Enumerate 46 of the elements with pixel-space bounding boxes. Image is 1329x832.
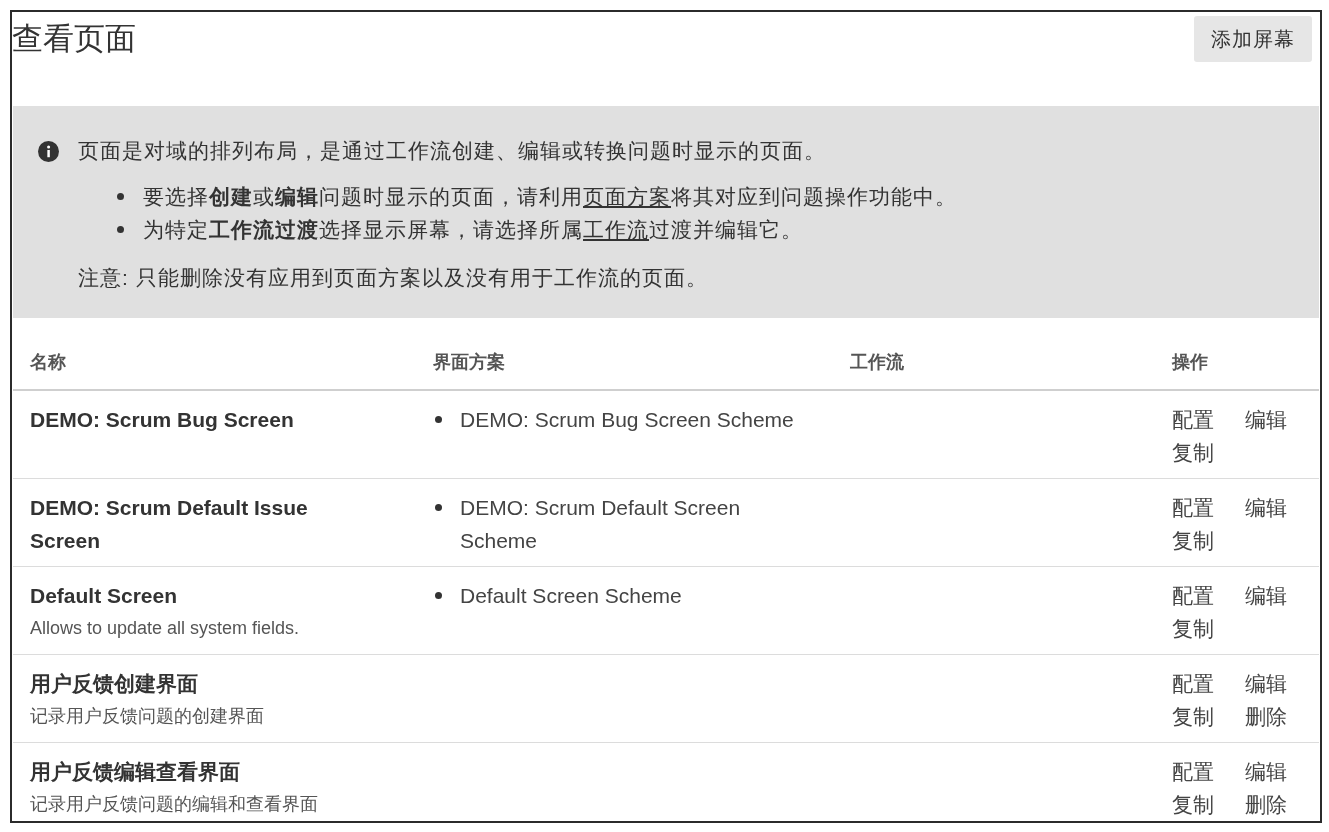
add-screen-button[interactable]: 添加屏幕 [1194, 16, 1312, 62]
info-bullet-text: 要选择创建或编辑问题时显示的页面，请利用页面方案将其对应到问题操作功能中。 [143, 184, 957, 210]
info-bullet-text: 为特定工作流过渡选择显示屏幕，请选择所属工作流过渡并编辑它。 [143, 217, 803, 243]
screen-name: DEMO: Scrum Bug Screen [30, 407, 295, 433]
scheme-name: Default Screen Scheme [460, 583, 683, 609]
action-link[interactable]: 复制 [1172, 700, 1214, 733]
action-link[interactable]: 编辑 [1245, 755, 1287, 788]
action-link[interactable]: 编辑 [1245, 579, 1287, 612]
action-link[interactable]: 复制 [1172, 788, 1214, 821]
action-link[interactable]: 复制 [1172, 524, 1214, 557]
screen-name: DEMO: Scrum Default Issue Screen [30, 495, 309, 554]
bullet-icon [117, 193, 124, 200]
action-link[interactable]: 配置 [1172, 491, 1214, 524]
action-link[interactable]: 编辑 [1245, 667, 1287, 700]
column-header: 工作流 [850, 351, 905, 374]
bullet-icon [117, 226, 124, 233]
action-link[interactable]: 配置 [1172, 403, 1214, 436]
action-link[interactable]: 配置 [1172, 579, 1214, 612]
info-text: 页面是对域的排列布局，是通过工作流创建、编辑或转换问题时显示的页面。 [78, 138, 826, 164]
screen-description: 记录用户反馈问题的创建界面 [30, 705, 265, 728]
column-header: 界面方案 [433, 351, 506, 374]
action-link[interactable]: 编辑 [1245, 491, 1287, 524]
screen-name: 用户反馈创建界面 [30, 671, 199, 697]
screen-description: 记录用户反馈问题的编辑和查看界面 [30, 793, 319, 816]
column-header: 操作 [1172, 351, 1209, 374]
page-title: 查看页面 [12, 20, 136, 58]
scheme-name: DEMO: Scrum Bug Screen Scheme [460, 407, 795, 433]
action-link[interactable]: 配置 [1172, 755, 1214, 788]
action-link[interactable]: 复制 [1172, 612, 1214, 645]
info-icon [38, 140, 59, 162]
column-header: 名称 [30, 351, 67, 374]
action-link[interactable]: 配置 [1172, 667, 1214, 700]
bullet-icon [435, 416, 442, 423]
note-text: 注意: 只能删除没有应用到页面方案以及没有用于工作流的页面。 [78, 265, 709, 291]
screen-description: Allows to update all system fields. [30, 617, 301, 640]
text-link[interactable]: 工作流 [583, 218, 649, 241]
bullet-icon [435, 592, 442, 599]
action-link[interactable]: 编辑 [1245, 403, 1287, 436]
text-link[interactable]: 页面方案 [583, 185, 671, 208]
action-link[interactable]: 删除 [1245, 700, 1287, 733]
screen-name: Default Screen [30, 583, 179, 609]
screen-name: 用户反馈编辑查看界面 [30, 759, 241, 785]
bullet-icon [435, 504, 442, 511]
scheme-name: DEMO: Scrum Default Screen Scheme [460, 495, 742, 554]
action-link[interactable]: 复制 [1172, 436, 1214, 469]
action-link[interactable]: 删除 [1245, 788, 1287, 821]
